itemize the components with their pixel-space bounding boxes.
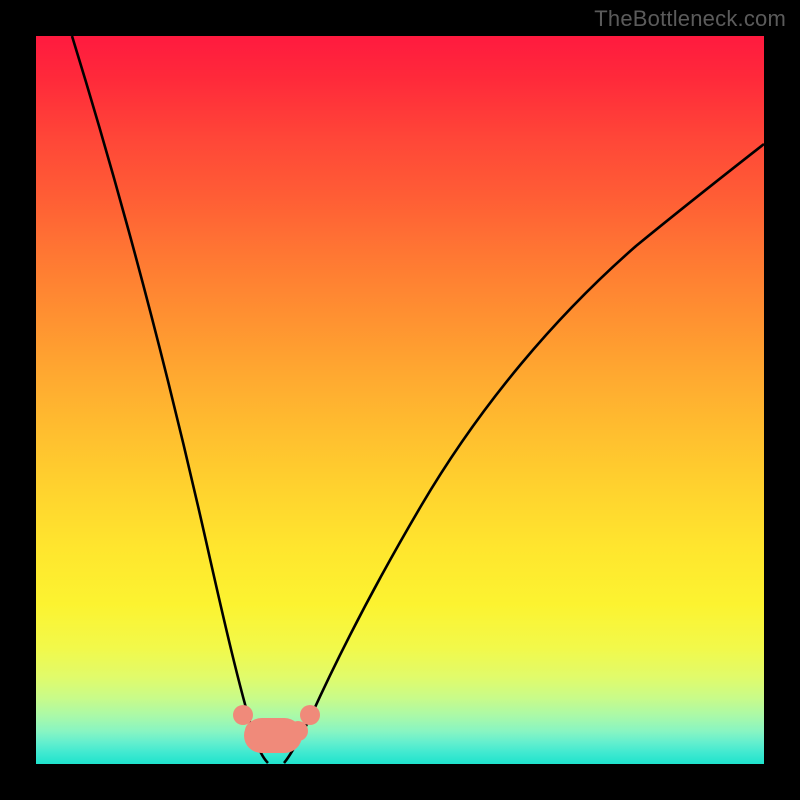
- right-curve: [284, 144, 764, 763]
- bottleneck-curves: [36, 36, 764, 764]
- bottleneck-dot-right: [300, 705, 320, 725]
- left-curve: [72, 36, 268, 763]
- watermark-text: TheBottleneck.com: [594, 6, 786, 32]
- chart-plot-area: [36, 36, 764, 764]
